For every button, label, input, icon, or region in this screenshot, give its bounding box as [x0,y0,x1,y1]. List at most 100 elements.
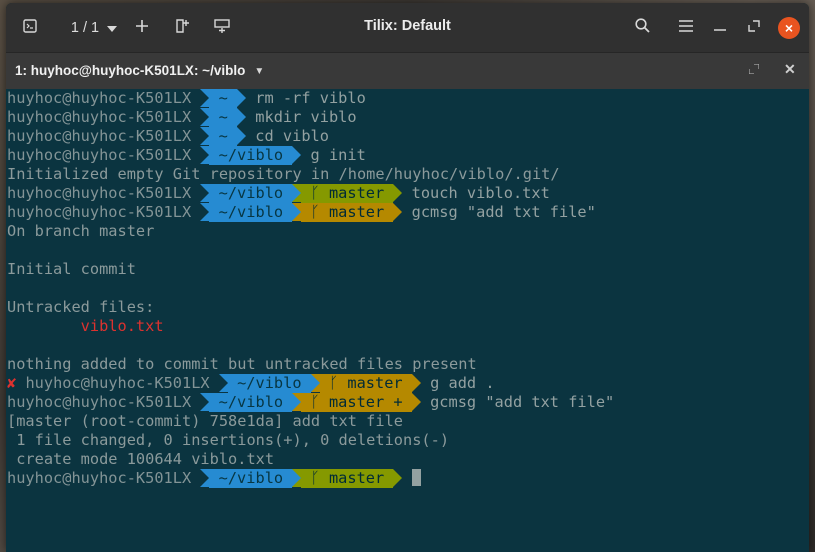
prompt-separator [218,374,228,392]
output-text: 1 file changed, 0 insertions(+), 0 delet… [7,431,450,449]
prompt-directory: ~/viblo [209,184,293,203]
tilix-window: 1 / 1 Tilix: Default × 1: huyhoc@huyhoc-… [6,3,809,552]
prompt-directory: ~ [209,127,238,146]
prompt-directory-text: ~ [218,89,228,107]
prompt-separator [411,374,421,392]
text-cursor [411,469,421,486]
window-close-button[interactable]: × [777,15,801,41]
hamburger-menu-icon [679,19,693,37]
menu-button[interactable] [676,15,696,41]
terminal-tab-bar: 1: huyhoc@huyhoc-K501LX: ~/viblo ▼ ✕ [6,52,809,89]
prompt-user-host: huyhoc@huyhoc-K501LX [7,184,192,202]
output-text: [master (root-commit) 758e1da] add txt f… [7,412,404,430]
prompt-user-host: huyhoc@huyhoc-K501LX [7,393,192,411]
minimize-icon [714,19,726,37]
command-text: cd viblo [255,127,329,145]
terminal-line: 1 file changed, 0 insertions(+), 0 delet… [6,431,809,450]
prompt-directory: ~/viblo [209,146,293,165]
command-text: touch viblo.txt [411,184,550,202]
terminal-line: huyhoc@huyhoc-K501LX ~/viblo ᚴ master to… [6,184,809,203]
command-text: g add . [430,374,495,392]
add-terminal-down-icon [214,18,230,38]
prompt-user-host: huyhoc@huyhoc-K501LX [7,203,192,221]
prompt-directory: ~/viblo [209,469,293,488]
add-terminal-right-icon [175,18,189,38]
output-text: Initialized empty Git repository in /hom… [7,165,560,183]
prompt-separator [237,89,247,107]
chevron-down-icon: ▼ [254,66,265,77]
terminal-line: huyhoc@huyhoc-K501LX ~/viblo ᚴ master [6,469,809,488]
prompt-git-branch: ᚴ master [301,184,394,203]
terminal-line: On branch master [6,222,809,241]
prompt-separator [200,146,210,164]
find-button[interactable] [632,15,652,41]
add-terminal-down-button[interactable] [212,15,232,41]
prompt-separator [292,184,302,202]
prompt-directory-text: ~ [218,108,228,126]
prompt-separator [292,469,302,487]
close-terminal-icon[interactable]: ✕ [784,61,796,78]
prompt-directory-text: ~/viblo [218,146,284,164]
prompt-separator [200,184,210,202]
add-terminal-right-button[interactable] [172,15,192,41]
terminal-line: ✘ huyhoc@huyhoc-K501LX ~/viblo ᚴ master … [6,374,809,393]
prompt-branch-text: master + [328,393,403,411]
title-bar: 1 / 1 Tilix: Default × [6,3,809,52]
command-text: rm -rf viblo [255,89,366,107]
prompt-git-branch: ᚴ master + [301,393,412,412]
output-text: On branch master [7,222,155,240]
prompt-user-host: huyhoc@huyhoc-K501LX [25,374,210,392]
git-branch-icon: ᚴ [301,393,329,411]
prompt-branch-text: master [328,469,385,487]
terminal-title-button[interactable]: 1: huyhoc@huyhoc-K501LX: ~/viblo ▼ [15,63,264,78]
prompt-directory: ~/viblo [209,393,293,412]
output-text: Initial commit [7,260,136,278]
prompt-directory-text: ~/viblo [218,469,284,487]
session-switcher-button[interactable]: 1 / 1 [64,15,124,41]
git-branch-icon: ᚴ [319,374,348,392]
git-branch-icon: ᚴ [301,184,329,202]
prompt-directory-text: ~/viblo [218,393,284,411]
prompt-branch-text: master [328,203,385,221]
output-text: Untracked files: [7,298,155,316]
prompt-user-host: huyhoc@huyhoc-K501LX [7,108,192,126]
prompt-git-branch: ᚴ master [301,469,394,488]
terminal-line: huyhoc@huyhoc-K501LX ~ rm -rf viblo [6,89,809,108]
command-text: gcmsg "add txt file" [430,393,615,411]
session-count: 1 / 1 [70,20,100,36]
git-branch-icon: ᚴ [301,469,329,487]
terminal-line: [master (root-commit) 758e1da] add txt f… [6,412,809,431]
prompt-git-branch: ᚴ master [301,203,394,222]
terminal-line: create mode 100644 viblo.txt [6,450,809,469]
maximize-terminal-icon[interactable] [748,62,760,77]
prompt-separator [237,108,247,126]
prompt-separator [411,393,421,411]
prompt-directory: ~ [209,108,238,127]
prompt-separator [200,393,210,411]
terminal-icon [23,18,37,38]
prompt-directory-text: ~/viblo [218,203,284,221]
search-icon [634,18,650,38]
sidebar-toggle-button[interactable] [20,15,40,41]
command-text: gcmsg "add txt file" [411,203,596,221]
prompt-separator [200,203,210,221]
prompt-separator [393,184,403,202]
prompt-user-host: huyhoc@huyhoc-K501LX [7,127,192,145]
terminal-line: Initial commit [6,260,809,279]
error-status-icon: ✘ [7,374,17,392]
minimize-button[interactable] [710,15,730,41]
terminal-output[interactable]: huyhoc@huyhoc-K501LX ~ rm -rf viblo huyho… [6,89,809,552]
add-session-button[interactable] [132,15,152,41]
output-text: create mode 100644 viblo.txt [7,450,275,468]
prompt-separator [200,89,210,107]
untracked-file: viblo.txt [7,317,164,335]
maximize-button[interactable] [744,15,764,41]
prompt-branch-text: master [328,184,385,202]
prompt-separator [200,108,210,126]
terminal-line: huyhoc@huyhoc-K501LX ~/viblo g init [6,146,809,165]
prompt-separator [292,393,302,411]
prompt-separator [292,146,302,164]
prompt-separator [200,469,210,487]
